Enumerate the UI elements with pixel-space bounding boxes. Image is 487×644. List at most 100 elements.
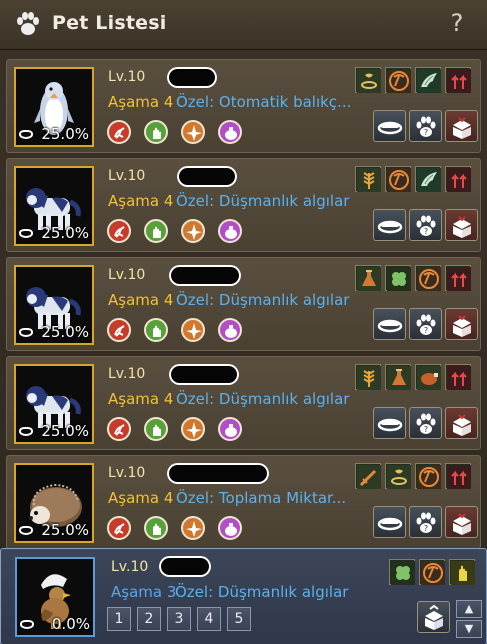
pickaxe-icon[interactable] xyxy=(415,463,441,489)
pet-level: Lv.10 xyxy=(108,69,146,85)
pet-card[interactable]: 25.0% Lv.10 Aşama 4 Özel: Otomatik balıkç..… xyxy=(6,59,481,153)
feed-bowl-button[interactable] xyxy=(373,209,406,241)
feed-bowl-button[interactable] xyxy=(373,407,406,439)
pickaxe-icon[interactable] xyxy=(385,166,411,192)
page-button[interactable]: 4 xyxy=(197,607,221,631)
release-button[interactable] xyxy=(445,407,478,439)
title-bar[interactable]: Pet Listesi ? xyxy=(0,0,487,50)
page-button[interactable]: 1 xyxy=(107,607,131,631)
wing-icon[interactable] xyxy=(415,67,441,93)
compass-icon xyxy=(181,120,205,144)
compass-icon xyxy=(181,219,205,243)
feed-icon[interactable] xyxy=(355,67,381,93)
pet-special-skill: Özel: Düşmanlık algılar xyxy=(175,583,349,601)
pickup-icon[interactable] xyxy=(445,265,471,291)
bond-percent: 25.0% xyxy=(41,125,89,143)
bond-percent: 25.0% xyxy=(41,521,89,539)
pet-stage: Aşama 4 xyxy=(108,291,174,309)
pet-level: Lv.10 xyxy=(111,559,149,575)
feed-bowl-button[interactable] xyxy=(373,110,406,142)
svg-text:?: ? xyxy=(424,227,428,236)
pet-level: Lv.10 xyxy=(108,267,146,283)
run-icon xyxy=(107,120,131,144)
feed-bowl-button[interactable] xyxy=(373,506,406,538)
redacted-pet-name xyxy=(169,265,241,286)
window-title: Pet Listesi xyxy=(52,12,167,34)
meat-icon[interactable] xyxy=(415,364,441,390)
bond-percent: 25.0% xyxy=(41,422,89,440)
pet-level: Lv.10 xyxy=(108,168,146,184)
pet-stage: Aşama 4 xyxy=(108,390,174,408)
pet-card[interactable]: 25.0% Lv.10 Aşama 4 Özel: Düşmanlık algılar… xyxy=(6,158,481,252)
feed-icon[interactable] xyxy=(385,463,411,489)
redacted-pet-name xyxy=(177,166,237,187)
release-button[interactable] xyxy=(445,506,478,538)
compass-icon xyxy=(181,318,205,342)
pet-info-button[interactable]: ? xyxy=(409,308,442,340)
svg-text:?: ? xyxy=(424,425,428,434)
release-button[interactable] xyxy=(445,308,478,340)
wheat-icon[interactable] xyxy=(355,166,381,192)
bond-bowl-icon xyxy=(19,526,33,535)
help-button[interactable]: ? xyxy=(446,8,468,38)
pet-card[interactable]: 0.0% Lv.10 Aşama 3 Özel: Düşmanlık algılar 1… xyxy=(0,548,487,644)
pickaxe-icon[interactable] xyxy=(419,559,445,585)
pickaxe-icon[interactable] xyxy=(385,67,411,93)
pet-portrait[interactable]: 25.0% xyxy=(14,166,94,246)
pet-level: Lv.10 xyxy=(108,465,146,481)
pickaxe-icon[interactable] xyxy=(415,265,441,291)
run-icon xyxy=(107,219,131,243)
pickup-icon[interactable] xyxy=(445,67,471,93)
pet-special-skill: Özel: Toplama Miktar... xyxy=(176,489,347,507)
pet-info-button[interactable]: ? xyxy=(409,506,442,538)
bond-bowl-icon xyxy=(19,328,33,337)
clover-icon[interactable] xyxy=(385,265,411,291)
pet-info-button[interactable]: ? xyxy=(409,407,442,439)
bond-percent: 25.0% xyxy=(41,224,89,242)
pet-portrait[interactable]: 25.0% xyxy=(14,463,94,543)
pet-portrait[interactable]: 25.0% xyxy=(14,265,94,345)
potion-icon[interactable] xyxy=(385,364,411,390)
pickup-icon[interactable] xyxy=(445,166,471,192)
pet-info-button[interactable]: ? xyxy=(409,209,442,241)
clover-icon[interactable] xyxy=(389,559,415,585)
hand-stat-icon xyxy=(144,516,168,540)
release-button[interactable] xyxy=(445,209,478,241)
pickup-icon[interactable] xyxy=(445,463,471,489)
bag-icon xyxy=(218,318,242,342)
hand-icon[interactable] xyxy=(449,559,475,585)
wheat-icon[interactable] xyxy=(355,364,381,390)
potion-icon[interactable] xyxy=(355,265,381,291)
wing-icon[interactable] xyxy=(415,166,441,192)
bond-bowl-icon xyxy=(20,620,34,629)
svg-text:?: ? xyxy=(424,128,428,137)
bond-bowl-icon xyxy=(19,130,33,139)
redacted-pet-name xyxy=(169,364,239,385)
pet-card[interactable]: 25.0% Lv.10 Aşama 4 Özel: Düşmanlık algılar… xyxy=(6,356,481,450)
hand-stat-icon xyxy=(144,219,168,243)
swap-button[interactable] xyxy=(417,601,450,633)
move-down-button[interactable]: ▼ xyxy=(456,620,482,638)
bond-percent: 25.0% xyxy=(41,323,89,341)
pet-stage: Aşama 4 xyxy=(108,192,174,210)
page-button[interactable]: 3 xyxy=(167,607,191,631)
pet-list-window: Pet Listesi ? 25.0% Lv.10 Aşama 4 Özel: Oto… xyxy=(0,0,487,644)
run-icon xyxy=(107,318,131,342)
pet-stage: Aşama 4 xyxy=(108,489,174,507)
pet-card[interactable]: 25.0% Lv.10 Aşama 4 Özel: Düşmanlık algılar… xyxy=(6,257,481,351)
pickup-icon[interactable] xyxy=(445,364,471,390)
pet-portrait[interactable]: 25.0% xyxy=(14,67,94,147)
pet-portrait[interactable]: 25.0% xyxy=(14,364,94,444)
feed-bowl-button[interactable] xyxy=(373,308,406,340)
pet-portrait[interactable]: 0.0% xyxy=(15,557,95,637)
page-button[interactable]: 2 xyxy=(137,607,161,631)
run-icon xyxy=(107,516,131,540)
redacted-pet-name xyxy=(167,67,217,88)
page-button[interactable]: 5 xyxy=(227,607,251,631)
pet-card[interactable]: 25.0% Lv.10 Aşama 4 Özel: Toplama Miktar...… xyxy=(6,455,481,549)
pet-info-button[interactable]: ? xyxy=(409,110,442,142)
sword-icon[interactable] xyxy=(355,463,381,489)
release-button[interactable] xyxy=(445,110,478,142)
move-up-button[interactable]: ▲ xyxy=(456,600,482,618)
compass-icon xyxy=(181,516,205,540)
